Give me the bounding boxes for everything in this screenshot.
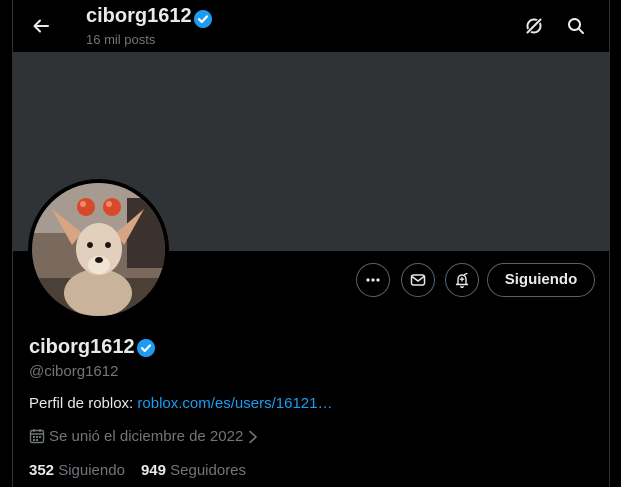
following-button[interactable]: Siguiendo — [487, 263, 595, 297]
top-bar: ciborg1612 16 mil posts — [13, 0, 611, 52]
followers-stat[interactable]: 949 Seguidores — [141, 462, 246, 479]
following-count: 352 — [29, 462, 55, 479]
search-icon — [568, 18, 584, 34]
arrow-left-icon — [33, 19, 49, 33]
post-count: 16 mil posts — [86, 32, 156, 47]
search-button[interactable] — [558, 8, 594, 44]
bell-icon — [455, 272, 469, 288]
bio: Perfil de roblox: roblox.com/es/users/16… — [29, 395, 333, 412]
profile-column: ciborg1612 16 mil posts Siguiendo ciborg… — [12, 0, 610, 487]
following-label: Siguiendo — [58, 462, 125, 479]
back-button[interactable] — [23, 8, 59, 44]
chevron-right-icon — [249, 430, 258, 444]
notify-button[interactable] — [445, 263, 479, 297]
header-display-name: ciborg1612 — [86, 5, 192, 27]
mail-icon — [410, 274, 426, 286]
more-icon — [366, 278, 380, 282]
avatar[interactable] — [28, 179, 169, 320]
verified-badge-icon — [137, 339, 155, 357]
more-button[interactable] — [356, 263, 390, 297]
grok-button[interactable] — [516, 8, 552, 44]
joined-date[interactable]: Se unió el diciembre de 2022 — [29, 428, 263, 445]
bio-text: Perfil de roblox: — [29, 395, 138, 412]
joined-text: Se unió el diciembre de 2022 — [49, 428, 244, 445]
verified-badge-icon — [194, 10, 212, 28]
followers-count: 949 — [140, 462, 166, 479]
message-button[interactable] — [401, 263, 435, 297]
following-stat[interactable]: 352 Siguiendo — [29, 462, 125, 479]
follow-stats: 352 Siguiendo 949 Seguidores — [29, 462, 262, 479]
avatar-image — [32, 183, 165, 316]
profile-handle: @ciborg1612 — [29, 363, 119, 380]
grok-icon — [526, 18, 542, 34]
profile-display-name: ciborg1612 — [29, 336, 135, 358]
bio-link[interactable]: roblox.com/es/users/16121… — [137, 395, 332, 412]
followers-label: Seguidores — [170, 462, 247, 479]
calendar-icon — [29, 429, 45, 444]
